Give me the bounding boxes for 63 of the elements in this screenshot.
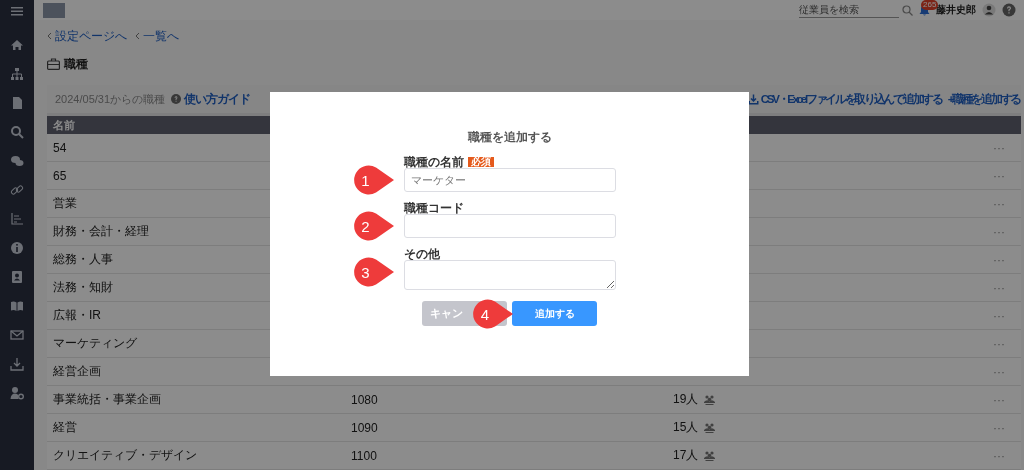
table-cell: 1100 — [345, 441, 667, 470]
user-avatar-icon[interactable] — [982, 3, 996, 17]
table-cell: 事業統括・事業企画 — [47, 385, 345, 414]
table-cell: 1090 — [345, 413, 667, 442]
download-icon — [747, 93, 759, 105]
help-icon — [171, 94, 182, 104]
more-menu[interactable]: ··· — [969, 329, 1021, 358]
document-icon[interactable] — [10, 96, 24, 110]
help-icon[interactable] — [1002, 3, 1016, 17]
input-field[interactable]: マーケター — [403, 168, 616, 192]
member-count: 19人 — [673, 391, 699, 408]
field-label: 職種コード — [403, 199, 464, 217]
mail-icon[interactable] — [10, 328, 24, 342]
table-cell: クリエイティブ・デザイン — [47, 441, 345, 470]
more-menu[interactable]: ··· — [969, 273, 1021, 302]
briefcase-icon — [47, 58, 60, 70]
more-menu[interactable]: ··· — [969, 217, 1021, 246]
download-icon[interactable] — [10, 357, 24, 371]
people-icon[interactable] — [703, 450, 717, 461]
menu-icon[interactable] — [10, 4, 24, 18]
more-menu[interactable]: ··· — [969, 245, 1021, 274]
more-menu[interactable]: ··· — [969, 134, 1021, 162]
guide-link[interactable]: 使い方ガイド — [171, 90, 251, 108]
more-menu[interactable]: ··· — [969, 301, 1021, 330]
info-icon[interactable] — [10, 241, 24, 255]
table-cell: 経営 — [47, 413, 345, 442]
user-settings-icon[interactable] — [10, 386, 24, 400]
more-menu[interactable]: ··· — [969, 189, 1021, 218]
table-cell: 1080 — [345, 385, 667, 414]
home-icon[interactable] — [10, 38, 24, 52]
chevron-left-icon — [47, 32, 52, 40]
chevron-left-icon — [135, 32, 140, 40]
required-badge: 必須 — [467, 157, 494, 167]
add-link[interactable]: +職種を追加する — [947, 91, 1020, 107]
search-icon[interactable] — [10, 125, 24, 139]
add-button[interactable]: 追加する — [512, 301, 597, 326]
field-label: その他 — [403, 245, 440, 263]
photo-placeholder — [43, 2, 65, 18]
search-icon[interactable] — [902, 4, 913, 16]
link-icon[interactable] — [10, 183, 24, 197]
field-label: 職種の名前 — [403, 153, 464, 171]
people-icon[interactable] — [703, 394, 717, 405]
member-count: 15人 — [673, 419, 699, 436]
input-field[interactable] — [403, 214, 616, 238]
more-menu[interactable]: ··· — [969, 441, 1021, 470]
import-link[interactable]: CSV・Excelファイルを取り込んで追加する — [747, 91, 942, 107]
more-menu[interactable]: ··· — [969, 357, 1021, 386]
more-menu[interactable]: ··· — [969, 413, 1021, 442]
search-field[interactable]: 従業員を検索 — [799, 2, 899, 18]
breadcrumb-link[interactable]: 一覧へ — [135, 27, 179, 45]
user-name: 藤井史郎 — [936, 3, 976, 17]
breadcrumb-link[interactable]: 設定ページへ — [47, 27, 127, 45]
chat-icon[interactable] — [10, 154, 24, 168]
member-count: 17人 — [673, 447, 699, 464]
hierarchy-icon[interactable] — [10, 67, 24, 81]
more-menu[interactable]: ··· — [969, 385, 1021, 414]
chart-icon[interactable] — [10, 212, 24, 226]
page-title: 職種 — [64, 55, 88, 73]
more-menu[interactable]: ··· — [969, 161, 1021, 190]
people-icon[interactable] — [703, 422, 717, 433]
contact-card-icon[interactable] — [10, 270, 24, 284]
book-icon[interactable] — [10, 299, 24, 313]
dialog-title: 職種を追加する — [467, 129, 552, 146]
